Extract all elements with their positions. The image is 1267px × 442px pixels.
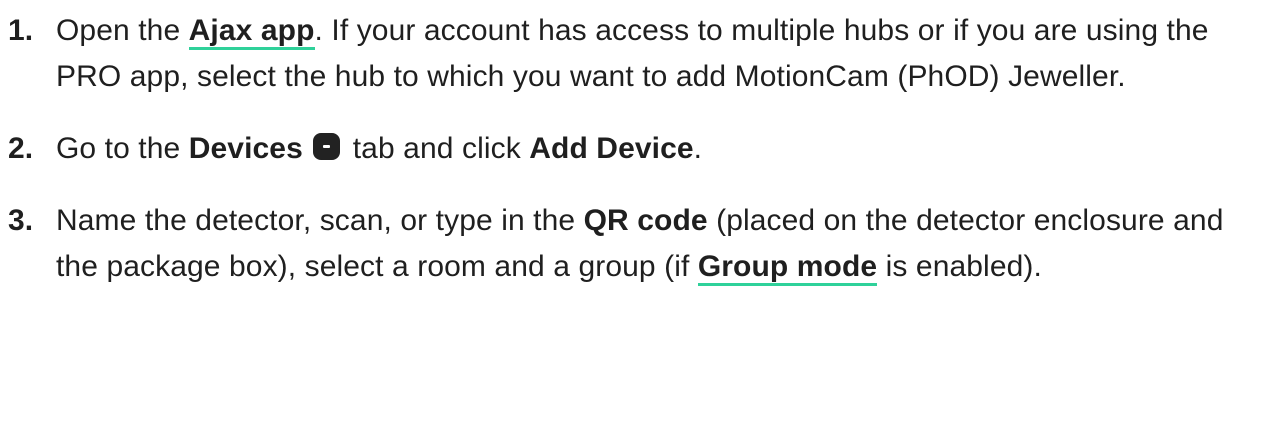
group-mode-link[interactable]: Group mode [697, 250, 878, 286]
step-1: 1. Open the Ajax app. If your account has… [8, 8, 1246, 100]
step-number: 3. [8, 204, 34, 237]
step-text: Name the detector, scan, or type in the [56, 204, 584, 237]
step-text: Open the [56, 14, 189, 47]
devices-label: Devices [188, 132, 303, 165]
step-3: 3. Name the detector, scan, or type in th… [8, 198, 1246, 290]
add-device-label: Add Device [529, 132, 694, 165]
step-text: is enabled). [877, 250, 1042, 283]
step-number: 1. [8, 14, 34, 47]
step-text: . [693, 132, 703, 165]
step-2: 2. Go to the Devices tab and click Add De… [8, 126, 1246, 172]
step-text: Go to the [56, 132, 189, 165]
step-text: tab and click [344, 132, 530, 165]
qr-code-label: QR code [583, 204, 708, 237]
step-number: 2. [8, 132, 34, 165]
instruction-steps: 1. Open the Ajax app. If your account has… [0, 8, 1267, 290]
ajax-app-link[interactable]: Ajax app [188, 14, 315, 50]
devices-tab-icon [313, 133, 341, 160]
